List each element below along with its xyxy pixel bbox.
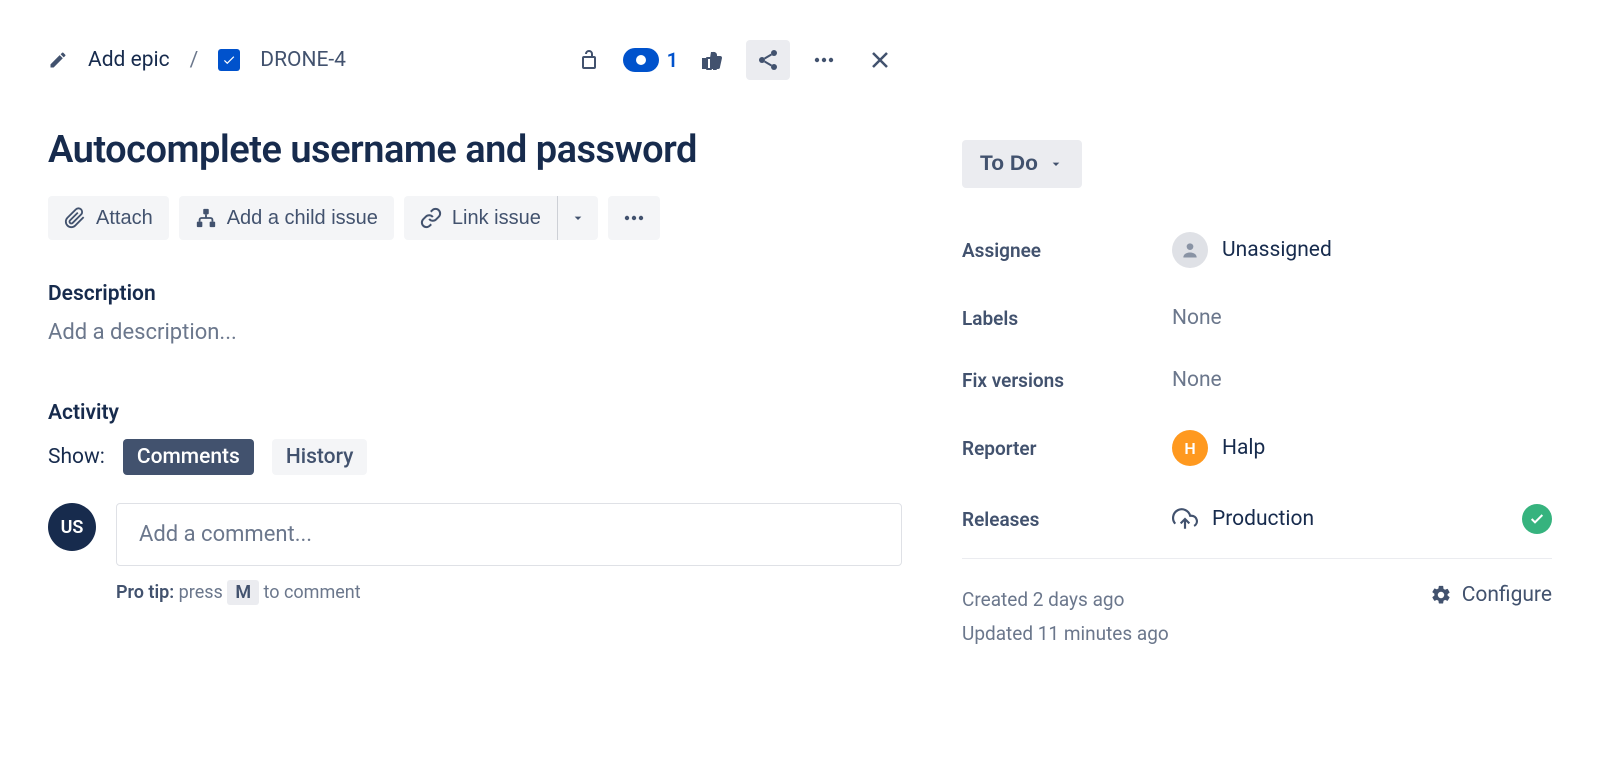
created-text: Created 2 days ago (962, 583, 1169, 617)
add-epic-link[interactable]: Add epic (88, 48, 170, 72)
top-actions: 1 (567, 40, 902, 80)
description-field[interactable]: Add a description... (48, 320, 902, 345)
labels-label: Labels (962, 307, 1172, 330)
configure-label: Configure (1462, 583, 1552, 607)
issue-actions: Attach Add a child issue Link issue (48, 196, 902, 240)
close-button[interactable] (858, 40, 902, 80)
tab-comments[interactable]: Comments (123, 439, 254, 475)
vote-button[interactable] (690, 40, 734, 80)
assignee-field[interactable]: Assignee Unassigned (962, 232, 1552, 268)
lock-button[interactable] (567, 40, 611, 80)
updated-text: Updated 11 minutes ago (962, 617, 1169, 651)
reporter-value: Halp (1222, 436, 1265, 460)
add-child-issue-button[interactable]: Add a child issue (179, 196, 394, 240)
issue-key-link[interactable]: DRONE-4 (260, 48, 346, 72)
edit-icon[interactable] (48, 50, 68, 70)
watch-button[interactable]: 1 (623, 48, 678, 72)
paperclip-icon (64, 207, 86, 229)
user-avatar: US (48, 503, 96, 551)
assignee-label: Assignee (962, 239, 1172, 262)
activity-show-label: Show: (48, 445, 105, 469)
dots-icon (622, 206, 646, 230)
link-issue-label: Link issue (452, 207, 541, 230)
releases-field[interactable]: Releases Production (962, 504, 1552, 534)
description-heading: Description (48, 282, 902, 306)
fix-versions-value: None (1172, 368, 1552, 392)
share-button[interactable] (746, 40, 790, 80)
link-issue-button[interactable]: Link issue (404, 196, 557, 240)
link-issue-dropdown[interactable] (558, 196, 598, 240)
status-label: To Do (980, 152, 1038, 176)
gear-icon (1430, 584, 1452, 606)
breadcrumb: Add epic / DRONE-4 (48, 48, 346, 72)
watch-count: 1 (667, 48, 678, 72)
chevron-down-icon (570, 210, 586, 226)
issue-type-icon (218, 49, 240, 71)
more-issue-actions-button[interactable] (608, 196, 660, 240)
labels-field[interactable]: Labels None (962, 306, 1552, 330)
attach-label: Attach (96, 207, 153, 230)
person-icon (1172, 232, 1208, 268)
tab-history[interactable]: History (272, 439, 368, 475)
reporter-field[interactable]: Reporter H Halp (962, 430, 1552, 466)
fix-versions-label: Fix versions (962, 369, 1172, 392)
releases-label: Releases (962, 508, 1172, 531)
reporter-label: Reporter (962, 437, 1172, 460)
cloud-upload-icon (1172, 506, 1198, 532)
timestamps: Created 2 days ago Updated 11 minutes ag… (962, 583, 1169, 651)
configure-button[interactable]: Configure (1430, 583, 1552, 607)
child-issue-icon (195, 207, 217, 229)
attach-button[interactable]: Attach (48, 196, 169, 240)
comment-input[interactable]: Add a comment... (116, 503, 902, 566)
chevron-down-icon (1048, 156, 1064, 172)
add-child-label: Add a child issue (227, 207, 378, 230)
reporter-avatar: H (1172, 430, 1208, 466)
labels-value: None (1172, 306, 1552, 330)
activity-heading: Activity (48, 401, 902, 425)
check-icon (1522, 504, 1552, 534)
more-actions-button[interactable] (802, 40, 846, 80)
fix-versions-field[interactable]: Fix versions None (962, 368, 1552, 392)
status-dropdown[interactable]: To Do (962, 140, 1082, 188)
breadcrumb-separator: / (190, 48, 199, 72)
releases-value: Production (1212, 507, 1314, 531)
comment-tip: Pro tip: press M to comment (116, 582, 902, 603)
issue-title[interactable]: Autocomplete username and password (48, 128, 902, 172)
eye-icon (623, 48, 659, 72)
link-icon (420, 207, 442, 229)
assignee-value: Unassigned (1222, 238, 1332, 262)
